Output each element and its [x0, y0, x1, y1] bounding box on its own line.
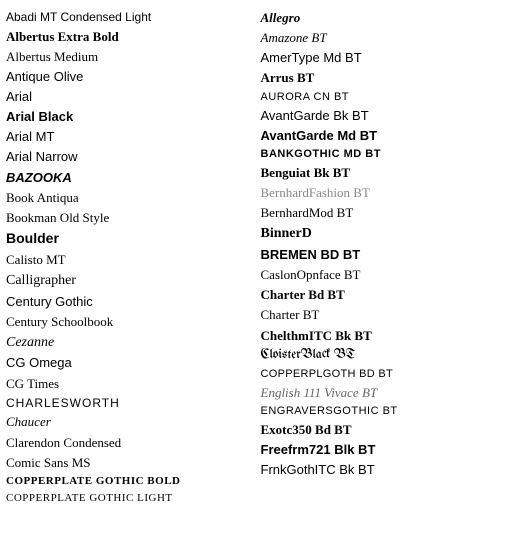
font-list-item[interactable]: Clarendon Condensed: [6, 433, 253, 453]
font-list-item[interactable]: Amazone BT: [261, 28, 508, 48]
font-list-item[interactable]: BREMEN BD BT: [261, 245, 508, 265]
font-list-item[interactable]: CHARLESWORTH: [6, 394, 253, 413]
font-list-item[interactable]: BankGothic Md BT: [261, 146, 508, 163]
font-list-item[interactable]: Arial: [6, 87, 253, 107]
font-list-item[interactable]: Abadi MT Condensed Light: [6, 8, 253, 27]
font-list-item[interactable]: Antique Olive: [6, 67, 253, 87]
font-list-item[interactable]: Arial Narrow: [6, 147, 253, 167]
font-list-item[interactable]: Book Antiqua: [6, 188, 253, 208]
font-list-item[interactable]: BernhardFashion BT: [261, 183, 508, 203]
font-list-item[interactable]: Arial Black: [6, 107, 253, 127]
font-list-item[interactable]: Albertus Extra Bold: [6, 27, 253, 47]
font-list-item[interactable]: Chaucer: [6, 412, 253, 432]
font-list-item[interactable]: Charter BT: [261, 305, 508, 325]
font-list-item[interactable]: Albertus Medium: [6, 47, 253, 67]
font-list-item[interactable]: Exotc350 Bd BT: [261, 420, 508, 440]
font-list-item[interactable]: BernhardMod BT: [261, 203, 508, 223]
font-list-item[interactable]: Copperplate Gothic Bold: [6, 473, 253, 490]
font-list-item[interactable]: Aurora Cn BT: [261, 89, 508, 106]
font-list-item[interactable]: BAZOOKA: [6, 168, 253, 188]
font-list-item[interactable]: Calligrapher: [6, 270, 253, 292]
font-list-item[interactable]: Benguiat Bk BT: [261, 163, 508, 183]
font-list-item[interactable]: Bookman Old Style: [6, 208, 253, 228]
left-column: Abadi MT Condensed LightAlbertus Extra B…: [6, 8, 261, 507]
font-list-item[interactable]: Allegro: [261, 8, 508, 28]
font-list-item[interactable]: Century Schoolbook: [6, 312, 253, 332]
font-list-item[interactable]: Arrus BT: [261, 68, 508, 88]
font-list-item[interactable]: BinnerD: [261, 223, 508, 245]
font-list-item[interactable]: Comic Sans MS: [6, 453, 253, 473]
font-list: Abadi MT Condensed LightAlbertus Extra B…: [6, 8, 515, 507]
font-list-item[interactable]: ChelthmITC Bk BT: [261, 326, 508, 346]
font-list-item[interactable]: Calisto MT: [6, 250, 253, 270]
font-list-item[interactable]: AmerType Md BT: [261, 48, 508, 68]
font-list-item[interactable]: AvantGarde Bk BT: [261, 106, 508, 126]
font-list-item[interactable]: CG Omega: [6, 353, 253, 373]
font-list-item[interactable]: Charter Bd BT: [261, 285, 508, 305]
font-list-item[interactable]: CopperplGoth Bd BT: [261, 366, 508, 383]
font-list-item[interactable]: Freefrm721 Blk BT: [261, 440, 508, 460]
font-list-item[interactable]: AvantGarde Md BT: [261, 126, 508, 146]
font-list-item[interactable]: FrnkGothITC Bk BT: [261, 460, 508, 480]
font-list-item[interactable]: English 111 Vivace BT: [261, 383, 508, 403]
font-list-item[interactable]: Arial MT: [6, 127, 253, 147]
font-list-item[interactable]: Century Gothic: [6, 292, 253, 312]
font-list-item[interactable]: CG Times: [6, 374, 253, 394]
font-list-item[interactable]: Copperplate Gothic Light: [6, 490, 253, 507]
font-list-item[interactable]: Cezanne: [6, 332, 253, 354]
font-list-item[interactable]: CaslonOpnface BT: [261, 265, 508, 285]
right-column: AllegroAmazone BTAmerType Md BTArrus BTA…: [261, 8, 516, 507]
font-list-item[interactable]: Boulder: [6, 228, 253, 250]
font-list-item[interactable]: EngraversGothic BT: [261, 403, 508, 420]
font-list-item[interactable]: CloisterBlack BT: [261, 346, 508, 366]
